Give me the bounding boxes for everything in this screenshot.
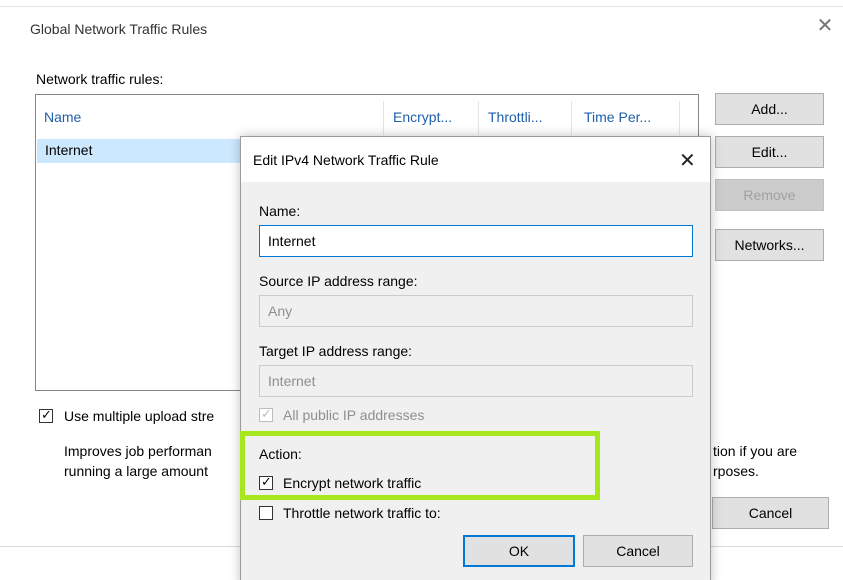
all-public-ip-label: All public IP addresses: [283, 407, 425, 423]
encrypt-traffic-checkbox[interactable]: [259, 474, 273, 490]
column-separator[interactable]: [679, 101, 680, 135]
list-header: Name Encrypt... Throttli... Time Per...: [36, 95, 698, 139]
column-separator[interactable]: [383, 101, 384, 135]
remove-button[interactable]: Remove: [715, 179, 824, 211]
row-name-cell: Internet: [45, 142, 93, 158]
inner-dialog-title: Edit IPv4 Network Traffic Rule: [253, 152, 439, 168]
description-text: rposes.: [713, 463, 759, 479]
column-header-encrypt[interactable]: Encrypt...: [393, 109, 452, 125]
source-ip-label: Source IP address range:: [259, 273, 418, 289]
all-public-ip-checkbox[interactable]: [259, 406, 273, 422]
network-traffic-rules-label: Network traffic rules:: [36, 71, 164, 87]
name-input[interactable]: Internet: [259, 225, 693, 257]
description-text: running a large amount: [64, 463, 208, 479]
inner-close-icon[interactable]: ✕: [679, 148, 696, 173]
window-top-border: [0, 6, 843, 7]
description-text: Improves job performan: [64, 443, 212, 459]
target-ip-label: Target IP address range:: [259, 343, 413, 359]
edit-rule-dialog: Edit IPv4 Network Traffic Rule ✕ Name: I…: [240, 136, 711, 580]
inner-cancel-button[interactable]: Cancel: [583, 535, 693, 567]
description-text: tion if you are: [713, 443, 798, 459]
column-header-time-period[interactable]: Time Per...: [584, 109, 651, 125]
outer-dialog-title: Global Network Traffic Rules: [30, 21, 208, 37]
throttle-traffic-checkbox[interactable]: [259, 506, 273, 520]
networks-button[interactable]: Networks...: [715, 229, 824, 261]
edit-button[interactable]: Edit...: [715, 136, 824, 168]
outer-cancel-button[interactable]: Cancel: [712, 497, 829, 529]
action-label: Action:: [259, 446, 302, 462]
column-header-name[interactable]: Name: [44, 109, 81, 125]
column-separator[interactable]: [478, 101, 479, 135]
multiple-upload-streams-checkbox[interactable]: [39, 407, 53, 423]
name-label: Name:: [259, 203, 301, 219]
encrypt-traffic-label: Encrypt network traffic: [283, 475, 422, 491]
inner-titlebar: Edit IPv4 Network Traffic Rule ✕: [241, 137, 710, 182]
target-ip-input[interactable]: Internet: [259, 365, 693, 397]
throttle-traffic-label: Throttle network traffic to:: [283, 505, 441, 521]
column-separator[interactable]: [571, 101, 572, 135]
outer-close-icon[interactable]: ✕: [816, 16, 834, 36]
ok-button[interactable]: OK: [463, 535, 575, 567]
multiple-upload-streams-label: Use multiple upload stre: [64, 408, 215, 424]
add-button[interactable]: Add...: [715, 93, 824, 125]
column-header-throttling[interactable]: Throttli...: [488, 109, 542, 125]
source-ip-input[interactable]: Any: [259, 295, 693, 327]
